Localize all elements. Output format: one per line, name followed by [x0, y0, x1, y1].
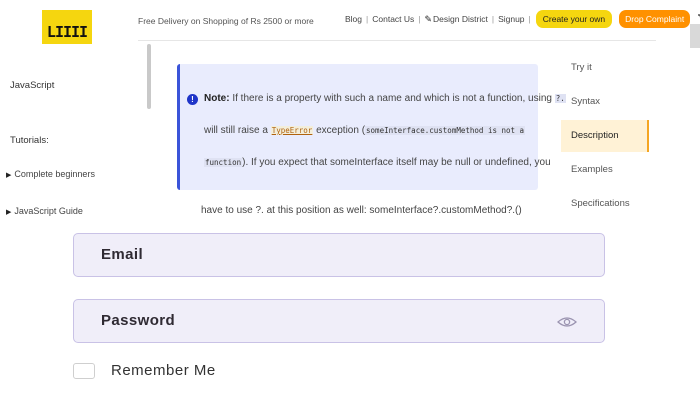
toc-item-specifications[interactable]: Specifications	[561, 188, 649, 220]
nav-design-district-label: Design District	[433, 13, 488, 24]
body-text: have to use ?. at this position as well:…	[201, 205, 522, 216]
typeerror-link[interactable]: TypeError	[270, 126, 314, 135]
sidebar-tutorials-heading: Tutorials:	[10, 135, 49, 146]
create-your-own-button[interactable]: Create your own	[535, 10, 613, 28]
sidebar-item-label: Complete beginners	[14, 169, 95, 179]
nav-signup[interactable]: Signup	[498, 14, 524, 24]
page-scrollbar[interactable]	[690, 24, 700, 48]
eye-icon[interactable]	[557, 315, 577, 333]
password-label: Password	[101, 312, 176, 329]
note-text: will still raise a	[204, 125, 271, 136]
note-label: Note:	[204, 93, 230, 104]
sidebar-section-title: JavaScript	[10, 80, 55, 91]
pencil-icon: ✎	[424, 13, 433, 24]
toc-item-try-it[interactable]: Try it	[561, 52, 649, 84]
nav-separator: |	[528, 14, 531, 24]
remember-me-checkbox[interactable]	[73, 362, 95, 379]
nav-contact-us[interactable]: Contact Us	[372, 14, 414, 24]
top-nav: Blog | Contact Us | ✎Design District | S…	[345, 10, 700, 28]
nav-separator: |	[418, 14, 421, 24]
password-field[interactable]: Password	[73, 299, 605, 343]
note-text: If there is a property with such a name …	[229, 93, 555, 104]
info-icon: !	[187, 94, 198, 105]
remember-me-row: Remember Me	[73, 362, 216, 379]
nav-design-district[interactable]: ✎Design District	[425, 14, 488, 25]
note-text: ). If you expect that someInterface itse…	[242, 157, 551, 168]
logo-text: LIIII	[46, 23, 88, 41]
remember-me-label[interactable]: Remember Me	[111, 362, 216, 379]
toc-item-description[interactable]: Description	[561, 120, 649, 152]
sidebar-item-label: JavaScript Guide	[14, 206, 83, 216]
nav-separator: |	[366, 14, 369, 24]
expand-triangle-icon: ▶	[6, 209, 12, 216]
site-logo[interactable]: LIIII	[42, 10, 92, 44]
nav-blog[interactable]: Blog	[345, 14, 362, 24]
toc-item-syntax[interactable]: Syntax	[561, 86, 649, 118]
sidebar-scrollbar[interactable]	[147, 44, 151, 109]
sidebar-item-javascript-guide[interactable]: ▶ JavaScript Guide	[6, 206, 83, 216]
note-callout: ! Note: If there is a property with such…	[177, 64, 566, 190]
expand-triangle-icon: ▶	[6, 172, 12, 179]
nav-separator: |	[491, 14, 495, 24]
email-field[interactable]: Email	[73, 233, 605, 277]
note-line-3: function). If you expect that someInterf…	[204, 157, 551, 168]
inline-code: function	[204, 158, 243, 167]
drop-complaint-button[interactable]: Drop Complaint	[619, 10, 691, 28]
toc-item-examples[interactable]: Examples	[561, 154, 649, 186]
inline-code: someInterface.customMethod is not a	[365, 126, 526, 135]
header-divider	[138, 40, 656, 41]
note-line-2: will still raise a TypeError exception (…	[204, 125, 526, 136]
note-text: exception (	[313, 125, 366, 136]
promo-banner: Free Delivery on Shopping of Rs 2500 or …	[138, 16, 314, 26]
email-label: Email	[101, 246, 144, 263]
sidebar-item-complete-beginners[interactable]: ▶ Complete beginners	[6, 169, 95, 179]
note-line-1: Note: If there is a property with such a…	[204, 93, 566, 104]
